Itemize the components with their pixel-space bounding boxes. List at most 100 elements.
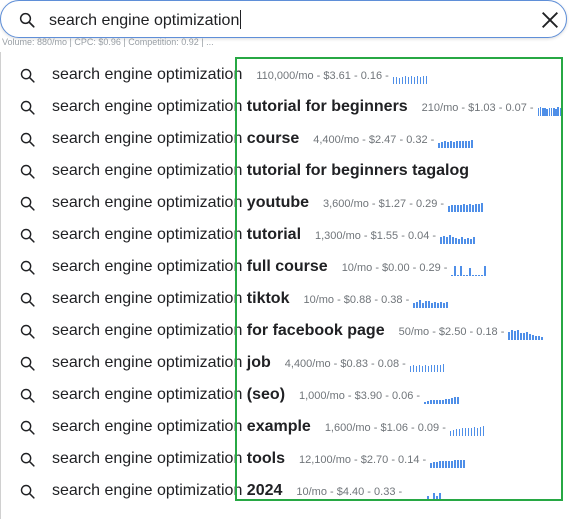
trend-bar (456, 141, 458, 148)
suggestion-text: search engine optimization tutorial for … (52, 162, 469, 180)
search-icon (20, 196, 35, 211)
trend-bar (508, 331, 510, 340)
trend-bar (458, 238, 460, 244)
trend-bar (455, 238, 457, 244)
search-icon (20, 164, 35, 179)
trend-bar (443, 235, 445, 244)
suggestion-prefix: search engine optimization (52, 194, 243, 211)
search-icon (20, 68, 35, 83)
keyword-metrics: 10/mo - $0.88 - 0.38 - (303, 294, 410, 306)
trend-bar (451, 398, 453, 404)
trend-bar (441, 142, 443, 148)
suggestion-item[interactable]: search engine optimization full course 10… (1, 252, 569, 284)
trend-bar (457, 205, 459, 212)
suggestion-item[interactable]: search engine optimization course 4,400/m… (1, 124, 569, 156)
suggestion-item[interactable]: search engine optimization youtube 3,600/… (1, 188, 569, 220)
suggestion-item[interactable]: search engine optimization for facebook … (1, 316, 569, 348)
suggestion-completion: tutorial for beginners tagalog (242, 162, 470, 179)
trend-bar (478, 204, 480, 212)
trend-bar (446, 302, 448, 308)
suggestion-text: search engine optimization tutorial for … (52, 98, 408, 116)
trend-bar (454, 460, 456, 468)
trend-bar (473, 427, 476, 436)
suggestion-item[interactable]: search engine optimization example 1,600/… (1, 412, 569, 444)
trend-bar (395, 76, 398, 84)
trend-bar (449, 430, 452, 436)
trend-bar (481, 275, 484, 276)
suggestion-item[interactable]: search engine optimization tiktok 10/mo -… (1, 284, 569, 316)
trend-bar (433, 365, 436, 372)
suggestion-prefix: search engine optimization (52, 322, 243, 339)
suggestion-completion: (seo) (242, 386, 286, 403)
trend-bar (535, 335, 537, 340)
trend-sparkline (537, 102, 564, 116)
suggestion-item[interactable]: search engine optimization tutorial 1,300… (1, 220, 569, 252)
keyword-metrics: 1,600/mo - $1.06 - 0.09 - (324, 422, 446, 434)
trend-bar (392, 77, 395, 84)
search-icon (20, 260, 35, 275)
trend-bar (472, 204, 474, 212)
trend-bar (410, 75, 413, 84)
trend-bar (401, 76, 404, 84)
suggestion-prefix: search engine optimization (52, 482, 243, 499)
trend-bar (424, 365, 427, 372)
trend-bar (520, 332, 522, 340)
suggestion-item[interactable]: search engine optimization (seo) 1,000/mo… (1, 380, 569, 412)
suggestion-completion: full course (242, 258, 328, 275)
trend-bar (460, 204, 462, 212)
suggestion-text: search engine optimization youtube (52, 194, 309, 212)
suggestion-item[interactable]: search engine optimization job 4,400/mo -… (1, 348, 569, 380)
suggestion-text: search engine optimization 2024 (52, 482, 282, 500)
trend-bar (418, 365, 421, 372)
trend-bar (433, 462, 435, 468)
trend-bar (469, 267, 472, 276)
suggestion-item[interactable]: search engine optimization tutorial for … (1, 156, 569, 188)
trend-bar (514, 331, 516, 340)
trend-bar (418, 499, 420, 500)
trend-bar (406, 499, 408, 500)
trend-bar (422, 75, 425, 84)
suggestion-completion: youtube (242, 194, 310, 211)
suggestion-item[interactable]: search engine optimization tools 12,100/m… (1, 444, 569, 476)
trend-bar (482, 426, 485, 436)
suggestion-prefix: search engine optimization (52, 130, 243, 147)
trend-bar (466, 275, 469, 276)
trend-bar (475, 203, 477, 212)
trend-bar (470, 238, 472, 244)
search-icon (20, 100, 35, 115)
trend-bar (459, 140, 461, 148)
trend-bar (430, 462, 432, 468)
trend-bar (428, 300, 430, 308)
suggestion-prefix: search engine optimization (52, 66, 243, 83)
trend-sparkline (392, 70, 429, 84)
suggestion-item[interactable]: search engine optimization 2024 10/mo - $… (1, 476, 569, 508)
search-icon (20, 452, 35, 467)
trend-bar (457, 460, 459, 468)
trend-bar (517, 329, 519, 340)
text-cursor (240, 10, 242, 29)
trend-bar (436, 495, 438, 500)
search-bar[interactable]: search engine optimization (0, 0, 567, 38)
trend-bar (427, 496, 429, 500)
trend-bar (431, 302, 433, 308)
suggestion-completion: tutorial for beginners (242, 98, 408, 115)
trend-bar (425, 301, 427, 308)
trend-bar (464, 238, 466, 244)
trend-bar (481, 203, 483, 212)
suggestion-text: search engine optimization job (52, 354, 271, 372)
trend-bar (413, 76, 416, 84)
suggestion-item[interactable]: search engine optimization 110,000/mo - $… (1, 60, 569, 92)
trend-bar (416, 76, 419, 84)
trend-sparkline (413, 294, 449, 308)
clear-search-icon[interactable] (539, 9, 561, 31)
search-input[interactable]: search engine optimization (49, 10, 242, 30)
trend-bar (424, 499, 426, 500)
suggestion-prefix: search engine optimization (52, 418, 243, 435)
trend-bar (430, 364, 433, 372)
trend-bar (440, 237, 442, 244)
trend-bar (415, 366, 418, 372)
trend-bar (445, 399, 447, 404)
trend-bar (425, 76, 428, 84)
suggestion-item[interactable]: search engine optimization tutorial for … (1, 92, 569, 124)
trend-bar (407, 76, 410, 84)
